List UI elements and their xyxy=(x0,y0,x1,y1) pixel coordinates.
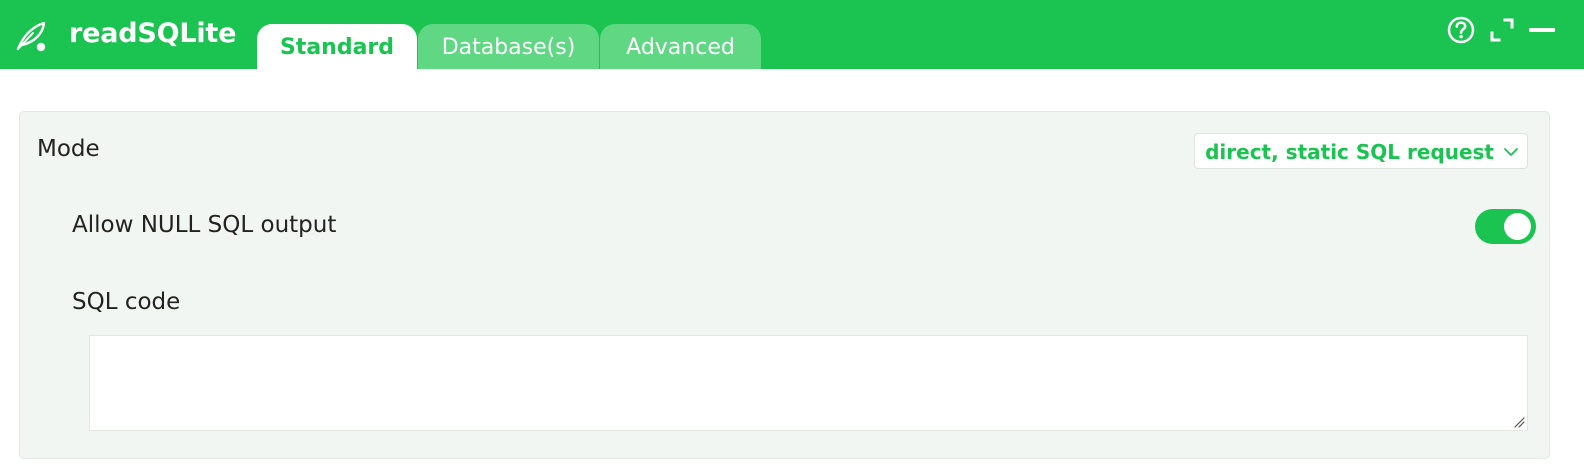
help-circle-icon[interactable] xyxy=(1445,14,1477,46)
mode-select[interactable]: direct, static SQL request xyxy=(1194,133,1528,169)
app-title: readSQLite xyxy=(69,18,237,49)
minimize-icon[interactable] xyxy=(1526,14,1558,46)
chevron-down-icon xyxy=(1504,148,1518,156)
allow-null-label: Allow NULL SQL output xyxy=(72,212,337,238)
tab-databases[interactable]: Database(s) xyxy=(418,24,599,69)
settings-panel: Mode direct, static SQL request Allow NU… xyxy=(19,111,1550,459)
mode-select-value: direct, static SQL request xyxy=(1205,140,1494,164)
allow-null-toggle[interactable] xyxy=(1475,209,1536,244)
mode-label: Mode xyxy=(37,136,100,162)
tab-standard[interactable]: Standard xyxy=(257,24,417,69)
toggle-knob xyxy=(1504,213,1531,240)
sql-code-label: SQL code xyxy=(72,289,181,315)
resize-handle-icon[interactable] xyxy=(1513,416,1525,428)
sql-code-editor[interactable] xyxy=(89,335,1528,431)
feather-icon xyxy=(16,21,46,52)
tab-advanced[interactable]: Advanced xyxy=(600,24,761,69)
header-bar: readSQLite Standard Database(s) Advanced xyxy=(0,0,1584,69)
expand-icon[interactable] xyxy=(1486,14,1518,46)
